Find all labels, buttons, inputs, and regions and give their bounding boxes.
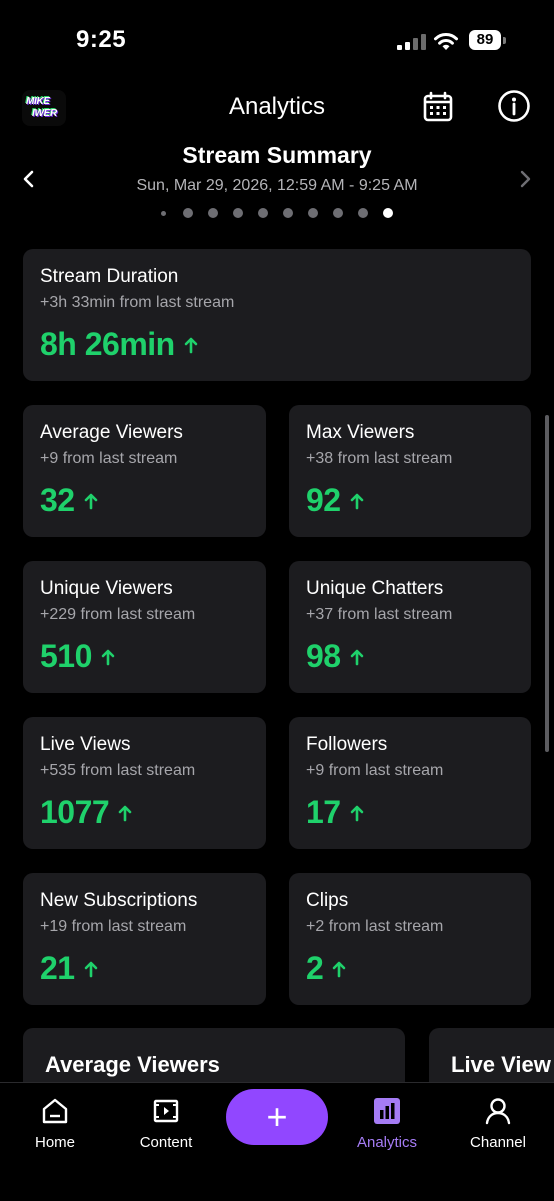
calendar-icon[interactable] <box>422 91 454 123</box>
channel-icon <box>485 1098 511 1125</box>
stat-delta: +229 from last stream <box>40 606 196 623</box>
stat-label: Followers <box>306 734 388 755</box>
pager-dot[interactable] <box>283 208 293 218</box>
pager-dot[interactable] <box>160 210 166 216</box>
wifi-icon <box>434 33 458 50</box>
stat-label: Live Views <box>40 734 131 755</box>
plus-icon: + <box>266 1096 288 1137</box>
chart-card-title: Live View <box>451 1052 551 1077</box>
stat-value: 1077 <box>40 794 110 830</box>
stream-duration-card[interactable]: Stream Duration +3h 33min from last stre… <box>23 249 531 381</box>
stat-value: 8h 26min <box>40 326 175 362</box>
arrow-up-icon <box>350 805 363 821</box>
stat-label: New Subscriptions <box>40 890 198 911</box>
pager-dot[interactable] <box>233 208 243 218</box>
new-subscriptions-card[interactable]: New Subscriptions +19 from last stream 2… <box>23 873 266 1005</box>
average-viewers-card[interactable]: Average Viewers +9 from last stream 32 <box>23 405 266 537</box>
arrow-up-icon <box>118 805 132 821</box>
status-time: 9:25 <box>76 26 127 53</box>
stat-delta: +9 from last stream <box>306 762 444 779</box>
max-viewers-card[interactable]: Max Viewers +38 from last stream 92 <box>289 405 531 537</box>
pager-dot[interactable] <box>208 208 218 218</box>
next-stream-chevron-icon[interactable] <box>516 170 534 188</box>
tab-channel-label: Channel <box>470 1134 526 1151</box>
arrow-up-icon <box>84 493 97 509</box>
stat-value: 92 <box>306 482 341 518</box>
stream-date-range: Sun, Mar 29, 2026, 12:59 AM - 9:25 AM <box>136 177 418 194</box>
stat-value: 21 <box>40 950 75 986</box>
unique-chatters-card[interactable]: Unique Chatters +37 from last stream 98 <box>289 561 531 693</box>
stat-value: 2 <box>306 950 324 986</box>
stat-value: 17 <box>306 794 341 830</box>
clips-card[interactable]: Clips +2 from last stream 2 <box>289 873 531 1005</box>
chart-card-title: Average Viewers <box>45 1052 220 1077</box>
stat-delta: +2 from last stream <box>306 918 444 935</box>
content-icon <box>153 1099 179 1123</box>
stat-delta: +3h 33min from last stream <box>40 294 235 311</box>
stat-value: 98 <box>306 638 341 674</box>
stat-label: Clips <box>306 890 349 911</box>
stat-delta: +9 from last stream <box>40 450 178 467</box>
stat-label: Unique Viewers <box>40 578 173 599</box>
stat-label: Max Viewers <box>306 422 415 443</box>
pager-dot[interactable] <box>183 208 193 218</box>
arrow-up-icon <box>184 337 198 353</box>
cellular-signal-icon <box>397 34 427 50</box>
battery-icon: 89 <box>469 30 506 52</box>
pager-dot[interactable] <box>333 208 343 218</box>
arrow-up-icon <box>84 961 97 977</box>
stat-delta: +37 from last stream <box>306 606 453 623</box>
battery-level: 89 <box>469 30 501 50</box>
stat-value: 510 <box>40 638 92 674</box>
stream-pager-dots[interactable] <box>158 206 398 220</box>
stat-value: 32 <box>40 482 75 518</box>
create-button[interactable]: + <box>226 1089 328 1145</box>
tab-home-label: Home <box>34 1134 75 1151</box>
scrollbar[interactable] <box>545 415 549 752</box>
arrow-up-icon <box>350 649 363 665</box>
pager-dot[interactable] <box>258 208 268 218</box>
stat-delta: +535 from last stream <box>40 762 196 779</box>
pager-dot[interactable] <box>358 208 368 218</box>
arrow-up-icon <box>332 961 346 977</box>
stat-delta: +19 from last stream <box>40 918 187 935</box>
unique-viewers-card[interactable]: Unique Viewers +229 from last stream 510 <box>23 561 266 693</box>
pager-dot[interactable] <box>308 208 318 218</box>
home-icon <box>42 1098 68 1124</box>
analytics-icon <box>374 1098 400 1124</box>
pager-dot-active[interactable] <box>383 208 393 218</box>
tab-channel[interactable]: Channel <box>443 1083 553 1163</box>
arrow-up-icon <box>101 649 115 665</box>
info-icon[interactable] <box>497 89 531 123</box>
followers-card[interactable]: Followers +9 from last stream 17 <box>289 717 531 849</box>
stat-label: Stream Duration <box>40 266 179 287</box>
live-views-card[interactable]: Live Views +535 from last stream 1077 <box>23 717 266 849</box>
arrow-up-icon <box>350 493 363 509</box>
tab-analytics[interactable]: Analytics <box>332 1083 442 1163</box>
tab-content-label: Content <box>139 1134 193 1151</box>
stat-label: Average Viewers <box>40 422 183 443</box>
stat-label: Unique Chatters <box>306 578 444 599</box>
tab-home[interactable]: Home <box>0 1083 110 1163</box>
tab-content[interactable]: Content <box>111 1083 221 1163</box>
tab-analytics-label: Analytics <box>356 1134 418 1151</box>
stat-delta: +38 from last stream <box>306 450 453 467</box>
stream-summary-title: Stream Summary <box>182 142 372 168</box>
page-title: Analytics <box>228 93 326 120</box>
